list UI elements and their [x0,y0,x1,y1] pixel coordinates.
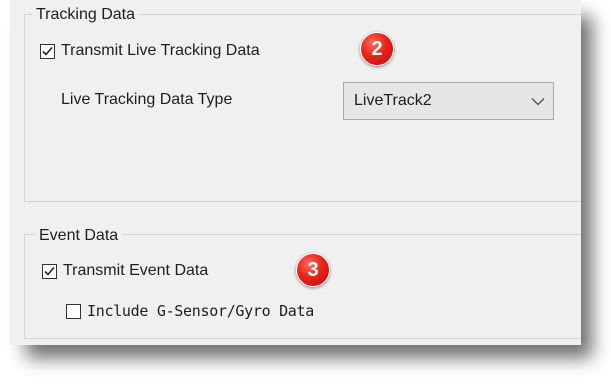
transmit-live-tracking-label: Transmit Live Tracking Data [61,42,260,59]
event-data-group [24,234,581,339]
transmit-event-row[interactable]: Transmit Event Data [42,262,208,280]
transmit-live-tracking-checkbox[interactable] [40,43,55,59]
gsensor-row[interactable]: Include G-Sensor/Gyro Data [66,302,314,320]
chevron-down-icon [523,83,553,119]
live-tracking-type-select[interactable]: LiveTrack2 [343,82,554,120]
event-data-title: Event Data [35,226,123,245]
live-tracking-type-value: LiveTrack2 [354,92,432,109]
checkmark-icon [42,46,53,56]
live-tracking-type-label: Live Tracking Data Type [61,91,233,108]
callout-badge-3: 3 [296,253,330,287]
tracking-data-title: Tracking Data [32,5,139,24]
transmit-event-label: Transmit Event Data [63,262,209,279]
transmit-event-checkbox[interactable] [42,263,57,279]
gsensor-label: Include G-Sensor/Gyro Data [87,302,315,320]
gsensor-checkbox[interactable] [66,303,81,319]
settings-panel: Tracking Data Transmit Live Tracking Dat… [10,0,581,345]
transmit-live-tracking-row[interactable]: Transmit Live Tracking Data [40,42,260,60]
callout-badge-2: 2 [360,32,394,66]
checkmark-icon [44,266,55,276]
